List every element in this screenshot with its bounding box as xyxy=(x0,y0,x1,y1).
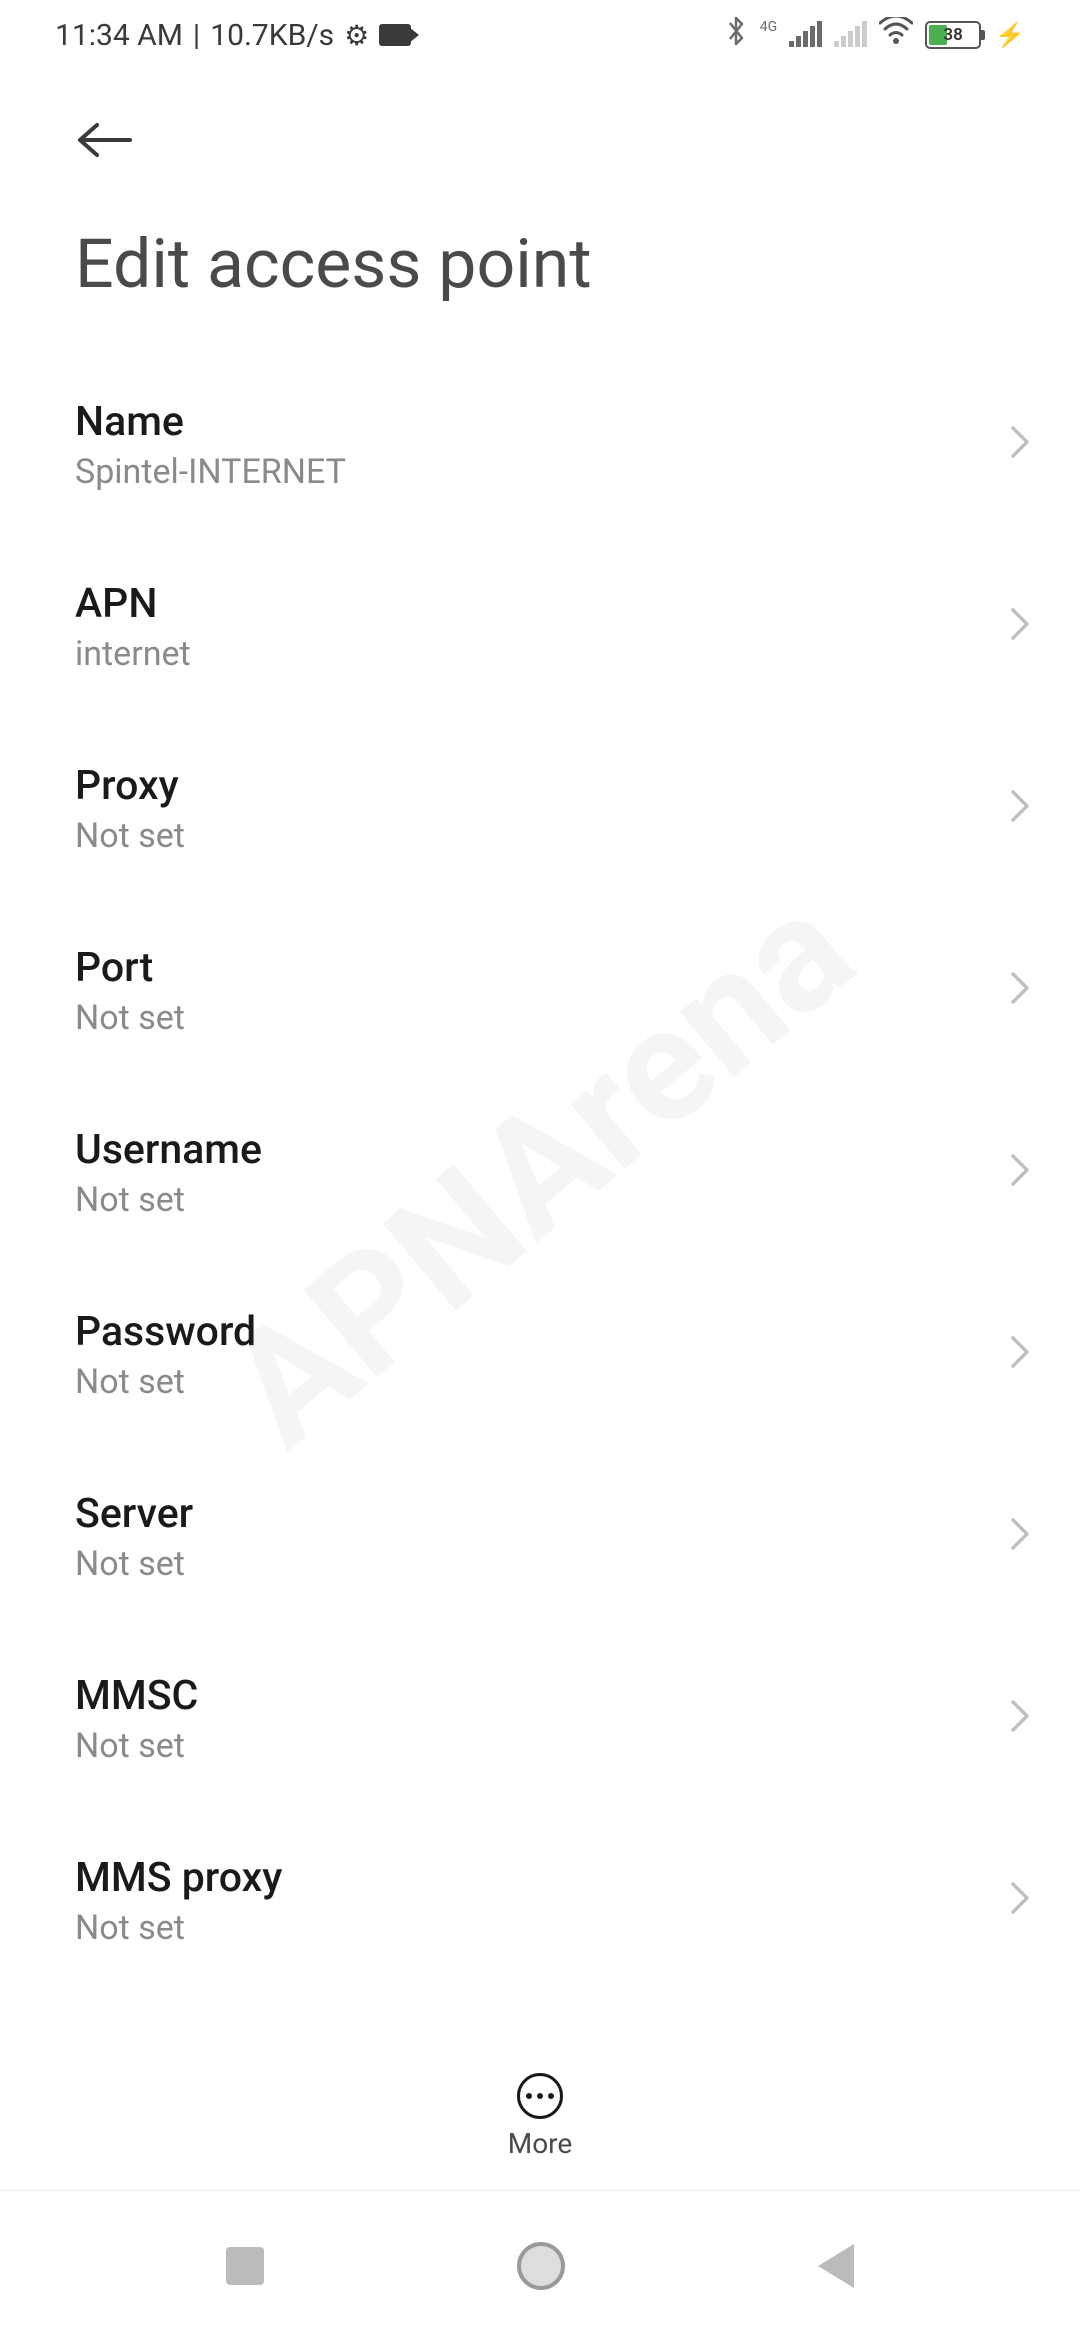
setting-label: Password xyxy=(75,1308,1010,1356)
setting-value: Spintel-INTERNET xyxy=(75,452,1010,492)
chevron-right-icon xyxy=(1010,1877,1030,1926)
setting-value: internet xyxy=(75,634,1010,674)
more-button[interactable]: More xyxy=(508,2073,573,2160)
wifi-icon xyxy=(879,17,913,53)
network-4g-icon: 4G xyxy=(760,19,777,35)
setting-item-name[interactable]: Name Spintel-INTERNET xyxy=(75,354,1030,536)
signal-bars-1-icon xyxy=(789,23,822,47)
setting-label: Username xyxy=(75,1126,1010,1174)
bluetooth-icon xyxy=(724,16,748,54)
signal-bars-2-icon xyxy=(834,23,867,47)
status-bar-left: 11:34 AM | 10.7KB/s ⚙ xyxy=(55,18,411,53)
nav-recent-icon[interactable] xyxy=(226,2247,264,2285)
setting-value: Not set xyxy=(75,998,1010,1038)
back-button[interactable] xyxy=(0,70,1080,194)
chevron-right-icon xyxy=(1010,603,1030,652)
setting-label: Server xyxy=(75,1490,1010,1538)
setting-item-mmsc[interactable]: MMSC Not set xyxy=(75,1628,1030,1810)
charging-icon: ⚡ xyxy=(995,21,1025,49)
setting-value: Not set xyxy=(75,1544,1010,1584)
chevron-right-icon xyxy=(1010,1331,1030,1380)
chevron-right-icon xyxy=(1010,421,1030,470)
setting-label: Name xyxy=(75,398,1010,446)
more-label: More xyxy=(508,2127,573,2160)
nav-back-icon[interactable] xyxy=(818,2244,854,2288)
battery-level: 38 xyxy=(943,25,962,45)
setting-item-mms-proxy[interactable]: MMS proxy Not set xyxy=(75,1810,1030,1980)
setting-label: MMS proxy xyxy=(75,1854,1010,1902)
setting-item-server[interactable]: Server Not set xyxy=(75,1446,1030,1628)
setting-item-port[interactable]: Port Not set xyxy=(75,900,1030,1082)
setting-label: MMSC xyxy=(75,1672,1010,1720)
setting-value: Not set xyxy=(75,1908,1010,1948)
status-divider: | xyxy=(193,18,200,53)
status-speed: 10.7KB/s xyxy=(210,18,334,53)
setting-label: APN xyxy=(75,580,1010,628)
more-icon xyxy=(517,2073,563,2119)
chevron-right-icon xyxy=(1010,1513,1030,1562)
setting-value: Not set xyxy=(75,1180,1010,1220)
status-bar-right: 4G 38 ⚡ xyxy=(724,16,1025,54)
battery-icon: 38 xyxy=(925,21,981,49)
setting-value: Not set xyxy=(75,1362,1010,1402)
camera-icon xyxy=(379,24,411,46)
navigation-bar xyxy=(0,2190,1080,2340)
status-time: 11:34 AM xyxy=(55,18,183,53)
setting-item-password[interactable]: Password Not set xyxy=(75,1264,1030,1446)
chevron-right-icon xyxy=(1010,967,1030,1016)
setting-value: Not set xyxy=(75,816,1010,856)
setting-label: Proxy xyxy=(75,762,1010,810)
chevron-right-icon xyxy=(1010,1695,1030,1744)
gear-icon: ⚙ xyxy=(344,19,369,52)
setting-value: Not set xyxy=(75,1726,1010,1766)
chevron-right-icon xyxy=(1010,785,1030,834)
page-title: Edit access point xyxy=(0,194,1080,354)
chevron-right-icon xyxy=(1010,1149,1030,1198)
bottom-action-bar: More xyxy=(0,2073,1080,2160)
setting-label: Port xyxy=(75,944,1010,992)
setting-item-apn[interactable]: APN internet xyxy=(75,536,1030,718)
nav-home-icon[interactable] xyxy=(517,2242,565,2290)
setting-item-username[interactable]: Username Not set xyxy=(75,1082,1030,1264)
back-arrow-icon xyxy=(75,110,135,174)
settings-list: Name Spintel-INTERNET APN internet Proxy… xyxy=(0,354,1080,1980)
setting-item-proxy[interactable]: Proxy Not set xyxy=(75,718,1030,900)
status-bar: 11:34 AM | 10.7KB/s ⚙ 4G 38 xyxy=(0,0,1080,70)
